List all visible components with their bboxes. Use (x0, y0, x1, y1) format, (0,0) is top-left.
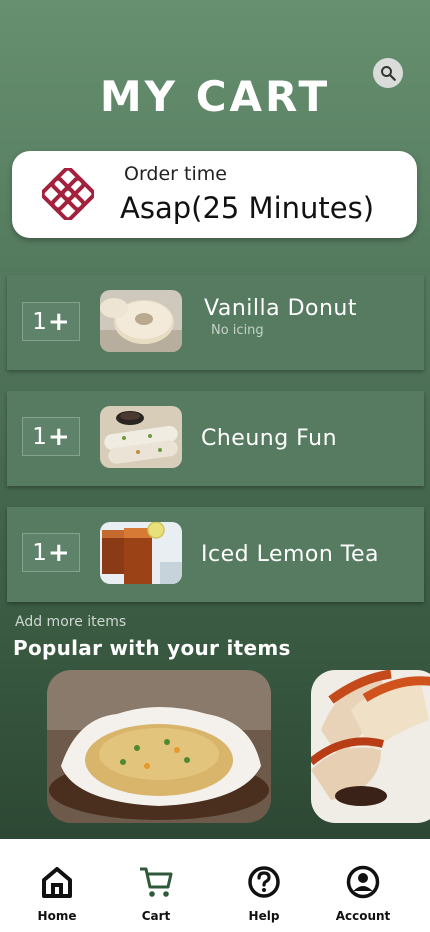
nav-item-help[interactable]: Help (219, 839, 309, 932)
nav-item-home[interactable]: Home (12, 839, 102, 932)
quantity-value: 1 (32, 308, 47, 335)
nav-label-cart: Cart (141, 909, 171, 923)
knot-logo-icon (42, 168, 94, 220)
donut-image (100, 290, 182, 352)
quantity-value: 1 (32, 539, 47, 566)
plus-icon: + (47, 306, 70, 337)
page-title: MY CART (99, 72, 331, 121)
quantity-add-button[interactable]: 1 + (22, 533, 80, 572)
order-time-label: Order time (124, 163, 227, 185)
cart-item[interactable]: 1 + Vanilla Donut No icing (7, 275, 424, 370)
order-time-card[interactable]: Order time Asap(25 Minutes) (12, 151, 417, 238)
cart-icon (140, 867, 173, 897)
nav-label-help: Help (248, 909, 280, 923)
fried-rice-image (47, 670, 271, 823)
popular-title: Popular with your items (13, 636, 291, 660)
item-name: Vanilla Donut (204, 296, 357, 321)
popular-card-fried-rice[interactable] (47, 670, 271, 823)
nav-item-cart[interactable]: Cart (111, 839, 201, 932)
roast-pork-image (311, 670, 430, 823)
quantity-add-button[interactable]: 1 + (22, 417, 80, 456)
item-note: No icing (211, 323, 264, 338)
plus-icon: + (47, 421, 70, 452)
help-icon (248, 866, 280, 898)
order-time-value: Asap(25 Minutes) (120, 191, 375, 225)
nav-label-home: Home (37, 909, 77, 923)
add-more-label: Add more items (15, 614, 127, 630)
cart-item[interactable]: 1 + Cheung Fun (7, 391, 424, 486)
cheung-fun-image (100, 406, 182, 468)
plus-icon: + (47, 537, 70, 568)
item-name: Cheung Fun (201, 426, 338, 451)
item-name: Iced Lemon Tea (201, 542, 380, 567)
cart-item[interactable]: 1 + Iced Lemon Tea (7, 507, 424, 602)
nav-label-account: Account (335, 909, 391, 923)
iced-lemon-tea-image (100, 522, 182, 584)
home-icon (42, 867, 72, 898)
bottom-nav: Home Cart Help Account (0, 839, 430, 932)
quantity-value: 1 (32, 423, 47, 450)
popular-card-roast-pork[interactable] (311, 670, 430, 823)
quantity-add-button[interactable]: 1 + (22, 302, 80, 341)
nav-item-account[interactable]: Account (318, 839, 408, 932)
account-icon (346, 865, 380, 899)
